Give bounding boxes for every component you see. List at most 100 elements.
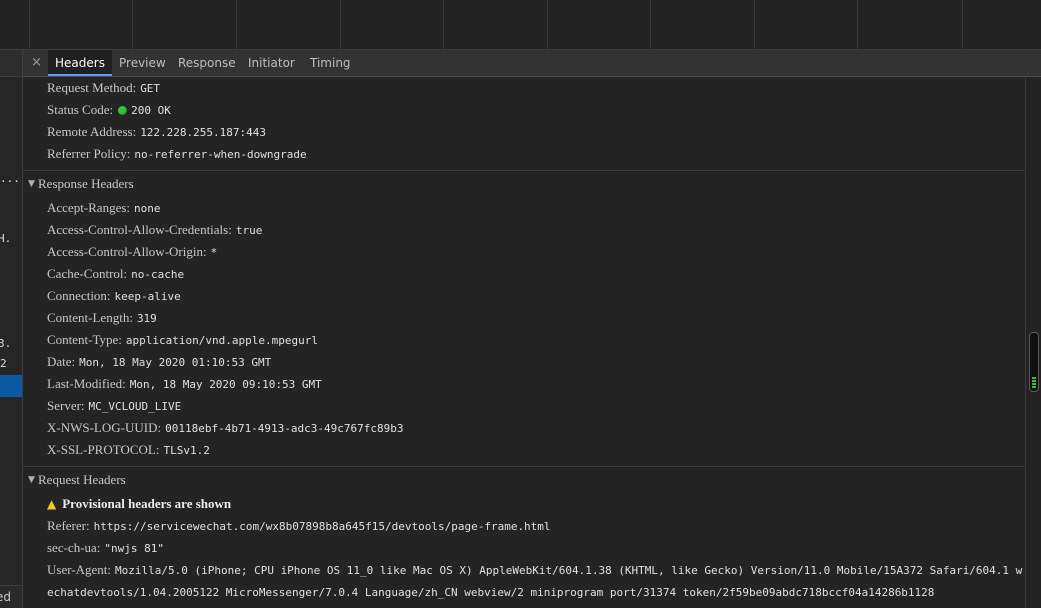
timeline-gridline xyxy=(132,0,133,49)
header-key: sec-ch-ua: xyxy=(47,540,101,555)
request-list-header xyxy=(0,50,22,77)
header-value: true xyxy=(235,224,263,237)
header-value: * xyxy=(210,246,218,259)
request-list-fragment: ... xyxy=(0,172,20,185)
header-value: Mozilla/5.0 (iPhone; CPU iPhone OS 11_0 … xyxy=(115,564,1023,577)
timeline-gridline xyxy=(340,0,341,49)
header-value: https://servicewechat.com/wx8b07898b8a64… xyxy=(93,520,551,533)
request-detail-panel: × Headers Preview Response Initiator Tim… xyxy=(23,50,1041,608)
timeline-gridline xyxy=(962,0,963,49)
header-key: Referrer Policy: xyxy=(47,146,131,161)
status-text: ed xyxy=(0,590,11,604)
timeline-gridline xyxy=(443,0,444,49)
tab-response[interactable]: Response xyxy=(171,50,243,76)
timeline-gridline xyxy=(236,0,237,49)
header-value: Mon, 18 May 2020 01:10:53 GMT xyxy=(79,356,272,369)
tab-headers[interactable]: Headers xyxy=(48,50,112,76)
response-header-row[interactable]: Access-Control-Allow-Credentials: true xyxy=(47,219,262,241)
selected-request-row[interactable] xyxy=(0,375,22,397)
general-status-code[interactable]: Status Code: 200 OK xyxy=(47,99,171,121)
header-key: Date: xyxy=(47,354,76,369)
header-key: Referer: xyxy=(47,518,90,533)
header-key: Remote Address: xyxy=(47,124,137,139)
tab-timing[interactable]: Timing xyxy=(303,50,358,76)
header-key: Last-Modified: xyxy=(47,376,126,391)
header-value: Mon, 18 May 2020 09:10:53 GMT xyxy=(129,378,322,391)
request-header-row[interactable]: Referer: https://servicewechat.com/wx8b07… xyxy=(47,515,551,537)
provisional-warning: ▲ Provisional headers are shown xyxy=(47,493,231,515)
header-value: no-cache xyxy=(131,268,185,281)
response-header-row[interactable]: Cache-Control: no-cache xyxy=(47,263,184,285)
header-value: "nwjs 81" xyxy=(104,542,165,555)
response-header-row[interactable]: X-NWS-LOG-UUID: 00118ebf-4b71-4913-adc3-4… xyxy=(47,417,404,439)
timeline-gridline xyxy=(857,0,858,49)
request-list-footer: ed xyxy=(0,585,22,608)
header-value: GET xyxy=(140,82,161,95)
request-headers-section[interactable]: ▼ Request Headers xyxy=(23,466,1026,493)
detail-tab-bar: × Headers Preview Response Initiator Tim… xyxy=(23,50,1041,77)
timeline-gridline xyxy=(29,0,30,49)
header-value: 122.228.255.187:443 xyxy=(140,126,267,139)
response-header-row[interactable]: Content-Length: 319 xyxy=(47,307,157,329)
grip-line xyxy=(1032,386,1036,388)
response-header-row[interactable]: Server: MC_VCLOUD_LIVE xyxy=(47,395,181,417)
grip-line xyxy=(1032,380,1036,382)
user-agent-continuation: echatdevtools/1.04.2005122 MicroMessenge… xyxy=(47,581,934,603)
header-value: 200 OK xyxy=(131,104,171,117)
triangle-down-icon[interactable]: ▼ xyxy=(28,171,35,197)
response-header-row[interactable]: Last-Modified: Mon, 18 May 2020 09:10:53 … xyxy=(47,373,322,395)
tab-preview[interactable]: Preview xyxy=(112,50,173,76)
timeline-overview xyxy=(0,0,1041,50)
header-key: Content-Length: xyxy=(47,310,133,325)
section-title: Request Headers xyxy=(38,472,126,487)
header-key: Content-Type: xyxy=(47,332,122,347)
header-key: Server: xyxy=(47,398,85,413)
response-header-row[interactable]: Connection: keep-alive xyxy=(47,285,181,307)
header-key: Status Code: xyxy=(47,102,114,117)
scrollbar-thumb[interactable] xyxy=(1029,332,1039,392)
header-key: Connection: xyxy=(47,288,111,303)
section-title: Response Headers xyxy=(38,176,134,191)
request-header-row[interactable]: User-Agent: Mozilla/5.0 (iPhone; CPU iPho… xyxy=(47,559,1022,581)
header-value: 319 xyxy=(136,312,157,325)
header-key: Access-Control-Allow-Origin: xyxy=(47,244,207,259)
grip-line xyxy=(1032,377,1036,379)
status-success-icon xyxy=(118,106,128,115)
general-request-method[interactable]: Request Method: GET xyxy=(47,77,160,99)
timeline-gridline xyxy=(650,0,651,49)
vertical-scrollbar[interactable] xyxy=(1025,77,1041,608)
response-headers-section[interactable]: ▼ Response Headers xyxy=(23,170,1026,197)
header-value: MC_VCLOUD_LIVE xyxy=(88,400,182,413)
header-value: keep-alive xyxy=(114,290,181,303)
tab-initiator[interactable]: Initiator xyxy=(241,50,302,76)
header-key: User-Agent: xyxy=(47,562,111,577)
response-header-row[interactable]: Content-Type: application/vnd.apple.mpegu… xyxy=(47,329,318,351)
header-value: TLSv1.2 xyxy=(163,444,210,457)
header-value: application/vnd.apple.mpegurl xyxy=(125,334,318,347)
warning-text: Provisional headers are shown xyxy=(62,496,232,511)
warning-icon: ▲ xyxy=(47,497,57,511)
header-value: no-referrer-when-downgrade xyxy=(134,148,307,161)
general-remote-address[interactable]: Remote Address: 122.228.255.187:443 xyxy=(47,121,266,143)
general-referrer-policy[interactable]: Referrer Policy: no-referrer-when-downgra… xyxy=(47,143,307,165)
response-header-row[interactable]: Access-Control-Allow-Origin: * xyxy=(47,241,217,263)
header-value: echatdevtools/1.04.2005122 MicroMessenge… xyxy=(47,586,935,599)
request-header-row[interactable]: sec-ch-ua: "nwjs 81" xyxy=(47,537,164,559)
close-icon[interactable]: × xyxy=(31,55,42,70)
request-list-fragment: 3. xyxy=(0,337,12,350)
timeline-gridline xyxy=(754,0,755,49)
request-list-panel[interactable]: ... H. 3. 2 ed xyxy=(0,50,23,608)
response-header-row[interactable]: Accept-Ranges: none xyxy=(47,197,161,219)
request-list-fragment: 2 xyxy=(0,357,7,370)
request-list-fragment: H. xyxy=(0,232,12,245)
header-key: Accept-Ranges: xyxy=(47,200,131,215)
header-key: X-SSL-PROTOCOL: xyxy=(47,442,160,457)
header-value: 00118ebf-4b71-4913-adc3-49c767fc89b3 xyxy=(165,422,404,435)
timeline-gridline xyxy=(547,0,548,49)
triangle-down-icon[interactable]: ▼ xyxy=(28,467,35,493)
header-key: Access-Control-Allow-Credentials: xyxy=(47,222,232,237)
response-header-row[interactable]: X-SSL-PROTOCOL: TLSv1.2 xyxy=(47,439,210,461)
response-header-row[interactable]: Date: Mon, 18 May 2020 01:10:53 GMT xyxy=(47,351,271,373)
header-value: none xyxy=(134,202,161,215)
grip-line xyxy=(1032,383,1036,385)
